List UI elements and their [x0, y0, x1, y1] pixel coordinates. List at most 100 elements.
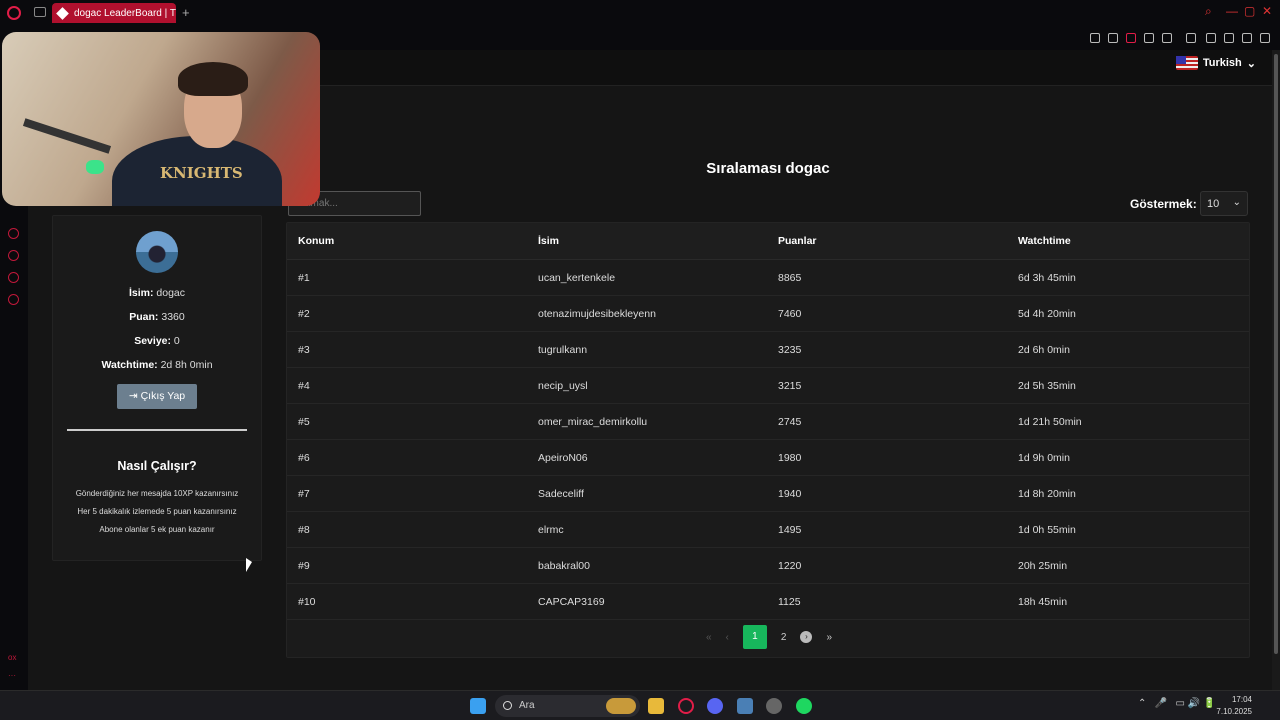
cell-name: CAPCAP3169 — [538, 595, 605, 608]
table-header: Konum İsim Puanlar Watchtime — [287, 223, 1249, 260]
mouse-cursor-icon — [246, 558, 252, 572]
chevron-down-icon: ⌄ — [1232, 197, 1241, 208]
profile-card: İsim: dogac Puan: 3360 Seviye: 0 Watchti… — [52, 215, 262, 561]
prev-page-button[interactable]: ‹ — [726, 632, 729, 643]
profile-name: İsim: dogac — [128, 287, 186, 299]
table-row[interactable]: #5 omer_mirac_demirkollu 2745 1d 21h 50min — [287, 404, 1249, 440]
page-size-label: Göstermek: — [1130, 197, 1197, 211]
mic-light — [86, 160, 104, 174]
table-row[interactable]: #4 necip_uysl 3215 2d 5h 35min — [287, 368, 1249, 404]
pagination: « ‹ 1 2 › » — [287, 625, 1251, 649]
windows-taskbar: Ara ⌃ 🎤 ▭ 🔊 🔋 17:04 7.10.2025 — [0, 690, 1280, 720]
sidebar-add-icon[interactable] — [8, 228, 19, 239]
page-button-1[interactable]: 1 — [742, 625, 767, 649]
how-it-works-title: Nasıl Çalışır? — [117, 459, 197, 473]
page-button-2[interactable]: 2 — [781, 632, 787, 643]
divider — [67, 429, 247, 431]
cell-points: 1125 — [778, 595, 801, 608]
system-tray[interactable]: ⌃ 🎤 ▭ 🔊 🔋 — [1138, 698, 1215, 709]
tab-title: dogac LeaderBoard | The — [74, 7, 176, 19]
column-header-name[interactable]: İsim — [527, 235, 767, 247]
close-window-icon[interactable]: ✕ — [1262, 4, 1272, 18]
column-header-rank[interactable]: Konum — [287, 235, 527, 247]
maximize-icon[interactable]: ▢ — [1244, 4, 1255, 18]
last-page-button[interactable]: » — [826, 632, 832, 643]
cell-name: omer_mirac_demirkollu — [538, 415, 648, 428]
sidebar-history-icon[interactable] — [8, 250, 19, 261]
cell-rank: #5 — [298, 415, 310, 428]
cell-name: necip_uysl — [538, 379, 588, 392]
new-tab-button[interactable]: + — [182, 5, 190, 20]
cell-rank: #7 — [298, 487, 310, 500]
app-icon[interactable] — [766, 698, 782, 714]
sidebar-pinboard-icon[interactable] — [8, 272, 19, 283]
discord-icon[interactable] — [707, 698, 723, 714]
cell-name: tugrulkann — [538, 343, 588, 356]
how-it-works-line: Abone olanlar 5 ek puan kazanır — [99, 525, 215, 534]
cell-points: 1980 — [778, 451, 802, 464]
cell-rank: #10 — [298, 595, 316, 608]
page-size-select[interactable]: 10 ⌄ — [1200, 191, 1248, 216]
profile-level: Seviye: 0 — [134, 335, 180, 347]
language-selector[interactable]: Turkish ⌄ — [1175, 56, 1256, 70]
column-header-watchtime[interactable]: Watchtime — [1007, 235, 1247, 247]
cell-points: 3215 — [778, 379, 802, 392]
cell-name: babakral00 — [538, 559, 590, 572]
sidebar-more-icon[interactable]: ··· — [8, 671, 16, 680]
search-tabs-icon[interactable]: ⌕ — [1205, 4, 1212, 19]
cell-watchtime: 18h 45min — [1018, 595, 1068, 608]
table-row[interactable]: #6 ApeiroN06 1980 1d 9h 0min — [287, 440, 1249, 476]
extensions-icon[interactable] — [1206, 33, 1216, 43]
cell-points: 3235 — [778, 343, 802, 356]
microphone-arm — [22, 118, 112, 154]
vpn-icon[interactable] — [1126, 33, 1136, 43]
clock-time: 17:04 — [1231, 695, 1252, 704]
scrollbar-thumb[interactable] — [1274, 54, 1278, 654]
next-page-button[interactable]: › — [800, 631, 813, 643]
search-highlight-icon[interactable] — [606, 698, 636, 714]
table-row[interactable]: #2 otenazimujdesibekleyenn 7460 5d 4h 20min — [287, 296, 1249, 332]
cell-name: Sadeceliff — [538, 487, 584, 500]
video-popout-icon[interactable] — [1186, 33, 1196, 43]
download-icon[interactable] — [1242, 33, 1252, 43]
column-header-points[interactable]: Puanlar — [767, 235, 1007, 247]
minimize-icon[interactable]: — — [1226, 4, 1238, 18]
cell-points: 1495 — [778, 523, 802, 536]
opera-logo-icon[interactable] — [7, 6, 21, 20]
table-row[interactable]: #3 tugrulkann 3235 2d 6h 0min — [287, 332, 1249, 368]
browser-tab-leaderboard[interactable]: dogac LeaderBoard | The — [52, 3, 176, 23]
cell-points: 8865 — [778, 271, 802, 284]
opera-gx-taskbar-icon[interactable] — [678, 698, 694, 714]
cell-rank: #8 — [298, 523, 310, 536]
bookmark-icon[interactable] — [1090, 33, 1100, 43]
table-row[interactable]: #10 CAPCAP3169 1125 18h 45min — [287, 584, 1249, 620]
table-row[interactable]: #9 babakral00 1220 20h 25min — [287, 548, 1249, 584]
sidebar-settings-icon[interactable] — [8, 294, 19, 305]
chevron-down-icon: ⌄ — [1246, 57, 1256, 70]
tab-islands-icon[interactable] — [34, 7, 46, 17]
menu-icon[interactable] — [1260, 33, 1270, 43]
snapshot-icon[interactable] — [1108, 33, 1118, 43]
table-row[interactable]: #1 ucan_kertenkele 8865 6d 3h 45min — [287, 260, 1249, 296]
spotify-icon[interactable] — [796, 698, 812, 714]
logout-button[interactable]: ⇥ Çıkış Yap — [117, 384, 197, 409]
windows-start-icon[interactable] — [470, 698, 486, 714]
table-row[interactable]: #8 elrmc 1495 1d 0h 55min — [287, 512, 1249, 548]
favorites-heart-icon[interactable] — [1162, 33, 1172, 43]
cell-rank: #1 — [298, 271, 310, 284]
network-app-icon[interactable] — [737, 698, 753, 714]
first-page-button[interactable]: « — [706, 632, 712, 643]
page-scrollbar[interactable] — [1272, 50, 1280, 690]
taskbar-clock[interactable]: 17:04 7.10.2025 — [1216, 694, 1252, 718]
clock-date: 7.10.2025 — [1216, 707, 1252, 716]
file-explorer-icon[interactable] — [648, 698, 664, 714]
streamer-hair — [178, 62, 248, 96]
cell-watchtime: 20h 25min — [1018, 559, 1068, 572]
account-icon[interactable] — [1224, 33, 1234, 43]
player-icon[interactable] — [1144, 33, 1154, 43]
logout-icon: ⇥ — [128, 390, 138, 402]
sidebar-gx-label[interactable]: ox — [8, 653, 16, 662]
profile-watchtime: Watchtime: 2d 8h 0min — [101, 359, 213, 371]
table-row[interactable]: #7 Sadeceliff 1940 1d 8h 20min — [287, 476, 1249, 512]
cell-watchtime: 6d 3h 45min — [1018, 271, 1076, 284]
